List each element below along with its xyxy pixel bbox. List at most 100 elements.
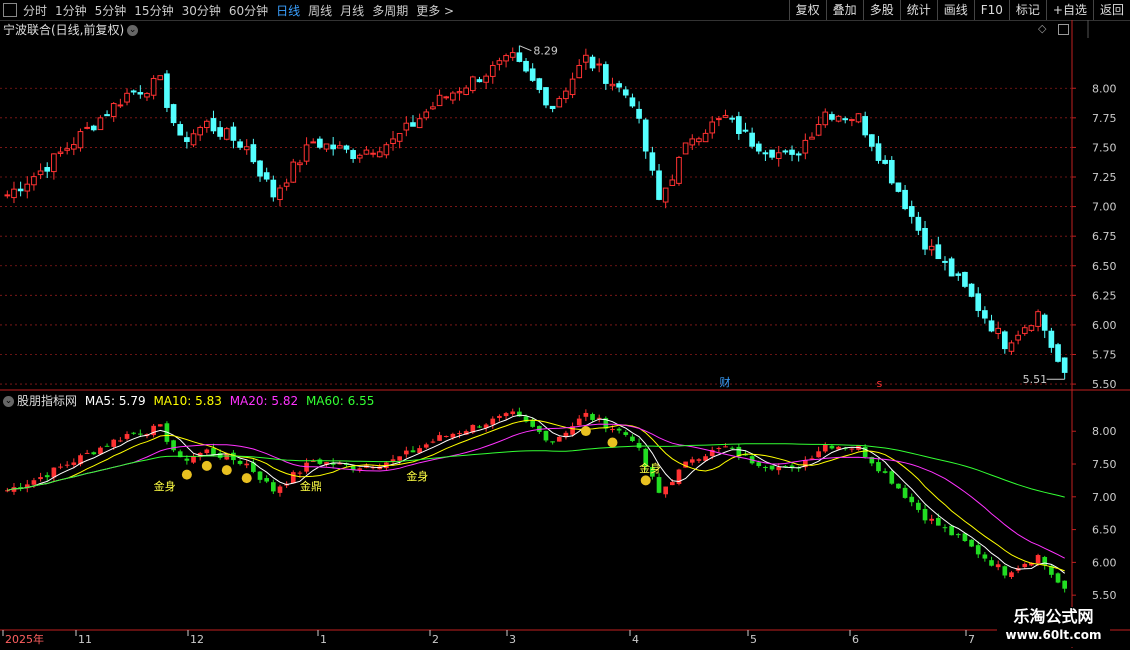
- indicator-body: [1029, 562, 1034, 566]
- indicator-body: [550, 441, 555, 443]
- indicator-body: [1002, 566, 1008, 576]
- indicator-body: [1062, 580, 1068, 589]
- candle-body: [410, 122, 416, 127]
- indicator-body: [749, 456, 755, 464]
- indicator-body: [942, 527, 948, 529]
- period-4[interactable]: 30分钟: [182, 2, 221, 19]
- maximize-icon[interactable]: [1058, 24, 1069, 35]
- candle-body: [822, 111, 829, 126]
- candle-body: [689, 138, 696, 146]
- indicator-body: [935, 518, 941, 526]
- indicator-body: [1035, 555, 1041, 564]
- candle-body: [1008, 342, 1015, 352]
- window-menu-icon[interactable]: [3, 3, 17, 17]
- candle-body: [376, 151, 383, 158]
- candle-body: [702, 132, 709, 143]
- candle-body: [922, 227, 928, 250]
- indicator-body: [51, 467, 57, 478]
- candle-body: [789, 149, 795, 155]
- indicator-body: [842, 448, 848, 450]
- smiley-icon: [640, 475, 651, 486]
- candle-body: [476, 79, 483, 83]
- indicator-body: [111, 439, 117, 447]
- candle-body: [1055, 344, 1061, 362]
- indicator-body: [743, 454, 748, 456]
- period-1[interactable]: 1分钟: [55, 2, 87, 19]
- period-5[interactable]: 60分钟: [229, 2, 268, 19]
- indicator-body: [64, 464, 70, 466]
- indicator-body: [71, 462, 77, 465]
- candle-body: [489, 65, 496, 77]
- period-7[interactable]: 周线: [308, 2, 332, 19]
- time-label: 7: [968, 633, 975, 646]
- toolbar-button-8[interactable]: 返回: [1092, 0, 1130, 20]
- candle-body: [203, 120, 210, 129]
- watermark-title: 乐淘公式网: [1013, 607, 1094, 626]
- candle-body: [70, 144, 77, 150]
- indicator-body: [457, 433, 462, 435]
- toolbar-button-1[interactable]: 叠加: [825, 0, 863, 20]
- toolbar-button-7[interactable]: +自选: [1045, 0, 1093, 20]
- indicator-body: [410, 450, 416, 453]
- chevron-down-icon[interactable]: ⌄: [3, 396, 14, 407]
- candle-body: [430, 106, 436, 110]
- indicator-body: [38, 477, 43, 480]
- period-0[interactable]: 分时: [23, 2, 47, 19]
- candle-body: [144, 92, 150, 98]
- indicator-body: [151, 425, 156, 436]
- y-tick-label: 7.75: [1092, 112, 1117, 125]
- y-tick-label: 6.50: [1092, 260, 1117, 273]
- candle-body: [416, 118, 423, 129]
- period-8[interactable]: 月线: [340, 2, 364, 19]
- candle-body: [1021, 327, 1028, 334]
- candle-body: [815, 124, 822, 136]
- candle-body: [90, 125, 97, 131]
- period-2[interactable]: 5分钟: [95, 2, 127, 19]
- candle-body: [629, 97, 636, 107]
- ma5-line: [7, 414, 1066, 574]
- toolbar-button-0[interactable]: 复权: [788, 0, 826, 20]
- period-6[interactable]: 日线: [276, 2, 300, 19]
- period-10[interactable]: 更多 >: [416, 2, 454, 19]
- indicator-body: [1055, 573, 1061, 583]
- indicator-body: [603, 418, 609, 429]
- candle-body: [782, 150, 789, 153]
- toolbar-button-6[interactable]: 标记: [1008, 0, 1046, 20]
- indicator-body: [583, 412, 589, 417]
- toolbar-button-3[interactable]: 统计: [899, 0, 937, 20]
- indicator-body: [676, 469, 682, 484]
- candle-body: [509, 52, 516, 58]
- y-tick-label: 5.75: [1092, 349, 1117, 362]
- indicator-body: [104, 445, 110, 447]
- indicator-body: [962, 533, 968, 541]
- candle-body: [403, 122, 410, 131]
- period-3[interactable]: 15分钟: [134, 2, 173, 19]
- toolbar-button-5[interactable]: F10: [973, 0, 1009, 20]
- indicator-body: [364, 465, 369, 468]
- period-9[interactable]: 多周期: [372, 2, 408, 19]
- watermark-url: www.60lt.com: [1005, 628, 1102, 642]
- y-tick-label: 7.00: [1092, 491, 1117, 504]
- time-label: 5: [750, 633, 757, 646]
- chevron-down-icon[interactable]: ⌄: [127, 25, 139, 36]
- stock-title[interactable]: 宁波联合(日线,前复权) ⌄: [3, 21, 139, 38]
- indicator-body: [982, 554, 988, 559]
- candle-body: [217, 127, 223, 137]
- indicator-body: [630, 436, 635, 442]
- toolbar-button-4[interactable]: 画线: [936, 0, 974, 20]
- candle-body: [802, 139, 809, 154]
- toolbar-button-2[interactable]: 多股: [862, 0, 900, 20]
- indicator-body: [44, 475, 50, 478]
- indicator-body: [876, 462, 881, 472]
- indicator-body: [184, 458, 190, 461]
- indicator-body: [390, 459, 396, 462]
- diamond-icon[interactable]: ◇: [1038, 22, 1046, 35]
- kline-chart[interactable]: 8.00 7.75 7.50 7.25 7.00 6.75 6.50 6.25 6.00 5.75…: [0, 0, 1130, 650]
- indicator-name[interactable]: 股朋指标网: [17, 394, 77, 408]
- time-label: 3: [509, 633, 516, 646]
- indicator-body: [856, 445, 861, 450]
- indicator-body: [417, 448, 422, 454]
- indicator-body: [244, 463, 250, 466]
- ma5-value: MA5: 5.79: [84, 394, 146, 408]
- y-tick-label: 8.00: [1092, 425, 1117, 438]
